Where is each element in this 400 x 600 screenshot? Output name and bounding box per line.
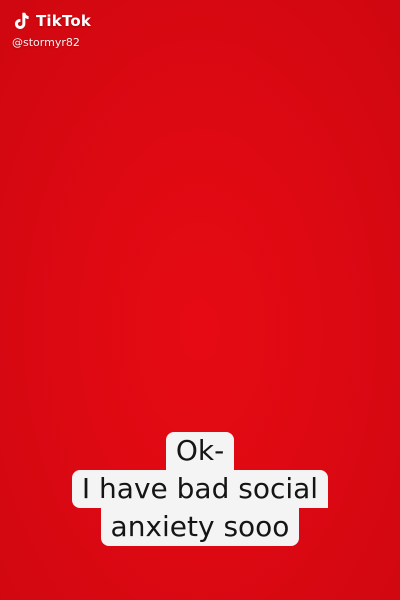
watermark-brand: TikTok (36, 12, 92, 30)
watermark-handle: @stormyr82 (12, 36, 80, 49)
caption-line: Ok- (165, 432, 235, 470)
watermark-brand-row: TikTok (10, 10, 91, 32)
caption-line: I have bad social (71, 470, 329, 508)
video-frame: TikTok @stormyr82 Ok- I have bad social … (0, 0, 400, 600)
caption-overlay: Ok- I have bad social anxiety sooo (0, 432, 400, 546)
tiktok-watermark: TikTok @stormyr82 (10, 10, 91, 49)
caption-line: anxiety sooo (100, 508, 300, 546)
tiktok-note-icon (14, 12, 29, 29)
